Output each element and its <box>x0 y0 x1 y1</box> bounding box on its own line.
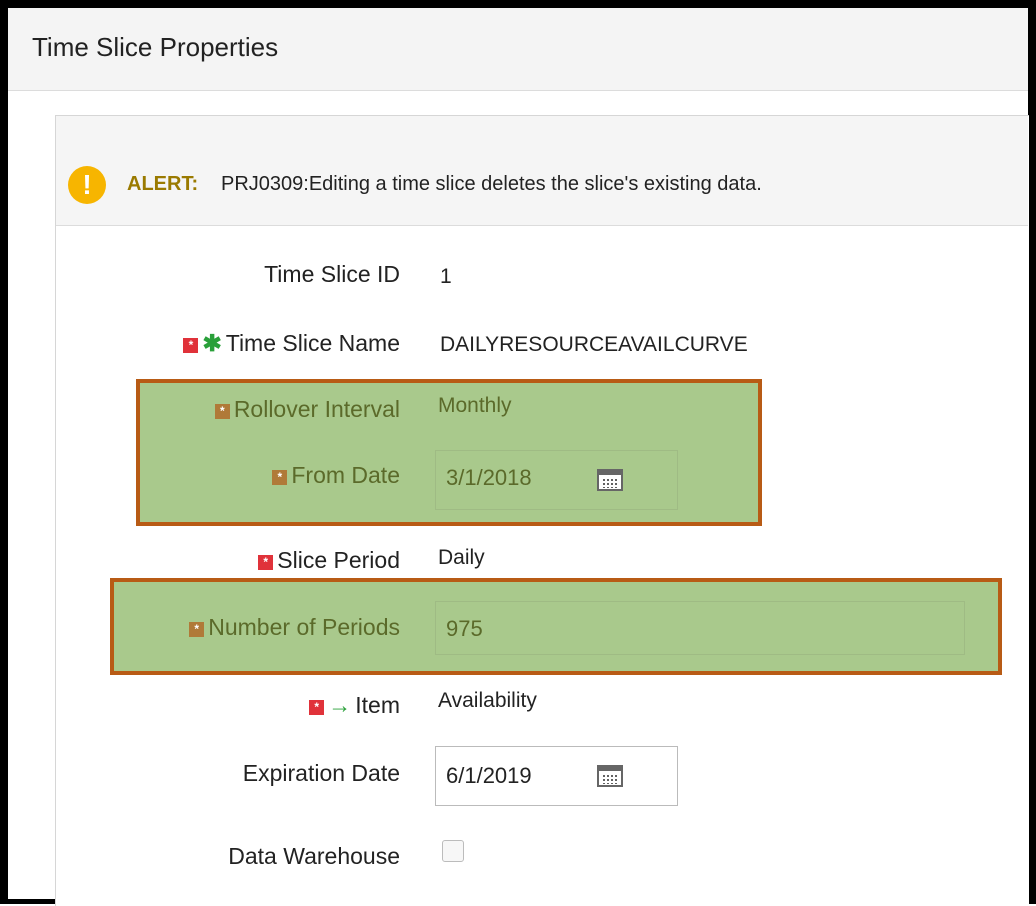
time-slice-id-value: 1 <box>440 265 452 288</box>
number-of-periods-label: * Number of Periods <box>116 614 400 641</box>
data-warehouse-label: Data Warehouse <box>228 843 400 869</box>
alert-message: PRJ0309:Editing a time slice deletes the… <box>221 173 762 195</box>
required-marker-icon: * <box>258 555 274 570</box>
required-marker-icon: * <box>183 338 199 353</box>
key-star-icon: ✱ <box>202 330 222 356</box>
alert-bar <box>56 116 1028 226</box>
item-value: Availability <box>438 689 537 712</box>
data-warehouse-checkbox[interactable] <box>442 840 464 862</box>
required-marker-icon: * <box>189 622 205 637</box>
time-slice-name-label: * ✱ Time Slice Name <box>100 330 400 357</box>
exclamation-icon: ! <box>68 166 106 204</box>
slice-period-value: Daily <box>438 546 485 569</box>
expiration-date-input[interactable]: 6/1/2019 <box>435 746 678 806</box>
calendar-icon[interactable] <box>597 765 623 787</box>
required-marker-icon: * <box>309 700 325 715</box>
item-label: * → Item <box>150 692 400 719</box>
from-date-input[interactable]: 3/1/2018 <box>435 450 678 510</box>
from-date-label: * From Date <box>140 462 400 489</box>
time-slice-name-value: DAILYRESOURCEAVAILCURVE <box>440 333 748 356</box>
required-marker-icon: * <box>214 404 230 419</box>
dialog-title: Time Slice Properties <box>32 32 279 62</box>
rollover-interval-value: Monthly <box>438 394 512 417</box>
required-marker-icon: * <box>272 470 288 485</box>
calendar-icon[interactable] <box>597 469 623 491</box>
expiration-date-label: Expiration Date <box>242 760 400 786</box>
dialog-header: Time Slice Properties <box>8 8 1028 91</box>
arrow-right-icon: → <box>328 692 352 718</box>
alert-prefix: ALERT: <box>127 173 199 195</box>
rollover-interval-label: * Rollover Interval <box>140 396 400 423</box>
slice-period-label: * Slice Period <box>150 547 400 574</box>
time-slice-id-label: Time Slice ID <box>264 261 400 287</box>
number-of-periods-input[interactable]: 975 <box>435 601 965 655</box>
